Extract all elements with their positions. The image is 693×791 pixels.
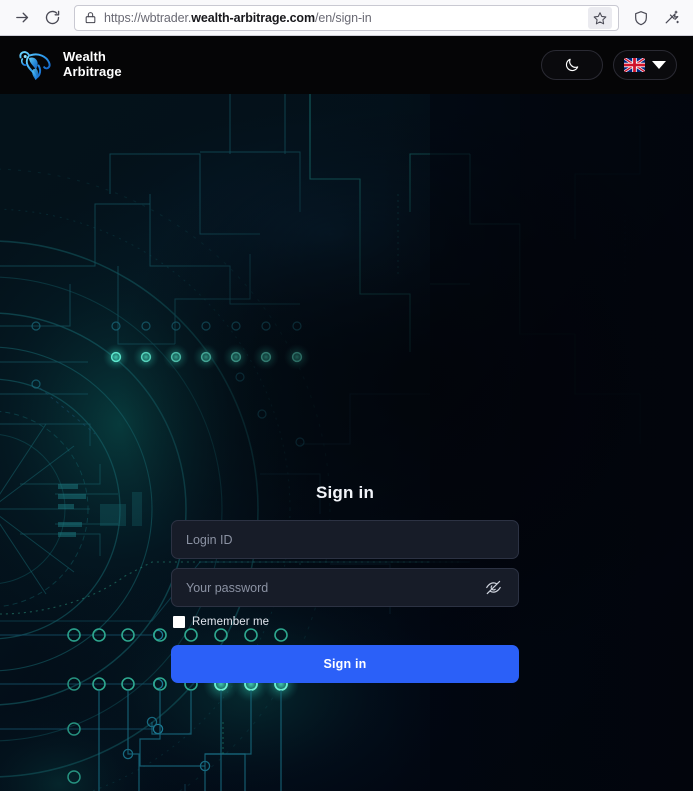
arrow-right-icon (15, 12, 28, 23)
password-field[interactable] (171, 568, 519, 607)
clear-data-button[interactable] (657, 4, 685, 32)
header-controls (541, 50, 677, 80)
url-subdomain: wbtrader. (140, 10, 192, 25)
lock-icon (84, 11, 97, 24)
reload-icon (45, 10, 59, 25)
url-scheme: https:// (104, 10, 141, 25)
shield-button[interactable] (627, 4, 655, 32)
background-circuit-art (0, 94, 693, 791)
bookmark-icon[interactable] (588, 6, 612, 29)
signin-form: Sign in Remember me Sign in (171, 483, 519, 683)
brand-name-line2: Arbitrage (63, 64, 122, 79)
signin-title: Sign in (315, 483, 375, 502)
remember-me-checkbox[interactable] (173, 616, 185, 628)
brand-name: Wealth Arbitrage (63, 50, 122, 79)
browser-toolbar: https://wbtrader.wealth-arbitrage.com/en… (0, 0, 693, 36)
sign-in-submit-button[interactable]: Sign in (171, 645, 519, 683)
address-bar[interactable]: https://wbtrader.wealth-arbitrage.com/en… (74, 4, 619, 31)
url-path: /en/sign-in (314, 10, 372, 25)
site-header: Wealth Arbitrage (0, 36, 693, 94)
chevron-down-icon (652, 61, 666, 69)
uk-flag-icon (624, 58, 645, 72)
shield-icon (635, 10, 647, 25)
password-input[interactable] (186, 580, 476, 595)
toggle-password-visibility-icon[interactable] (482, 577, 504, 599)
page-viewport: Wealth Arbitrage Sign in Login ID Rememb… (0, 36, 693, 791)
url-host: wealth-arbitrage.com (191, 10, 315, 25)
brand-name-line1: Wealth (63, 49, 106, 65)
sparkle-broom-icon (665, 10, 679, 24)
remember-me-row[interactable]: Remember me (171, 616, 519, 628)
eye-off-icon (485, 580, 501, 595)
circuit-artwork-svg (0, 94, 693, 791)
forward-button[interactable] (8, 4, 36, 32)
moon-icon (565, 58, 579, 72)
login-id-input[interactable] (186, 532, 504, 547)
remember-me-label: Remember me (192, 616, 270, 628)
reload-button[interactable] (38, 4, 66, 32)
bull-head-logo-icon (19, 51, 51, 80)
theme-toggle-button[interactable] (541, 50, 603, 80)
language-selector[interactable] (613, 50, 677, 80)
url-text[interactable]: https://wbtrader.wealth-arbitrage.com/en… (104, 11, 581, 25)
brand-logo[interactable]: Wealth Arbitrage (16, 48, 122, 82)
login-id-field[interactable] (171, 520, 519, 559)
